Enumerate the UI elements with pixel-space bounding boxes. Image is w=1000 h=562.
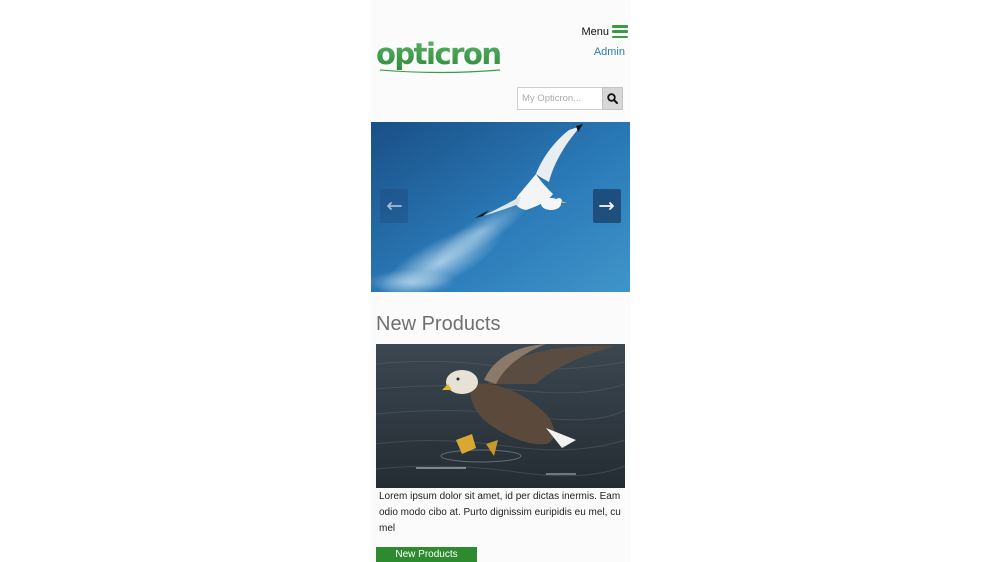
product-description: Lorem ipsum dolor sit amet, id per dicta… — [379, 491, 621, 534]
arrow-left-icon — [387, 202, 402, 210]
menu-label: Menu — [581, 25, 609, 38]
new-products-button[interactable]: New Products — [376, 547, 477, 562]
carousel-prev-button[interactable] — [380, 189, 408, 223]
hamburger-icon — [612, 25, 628, 38]
admin-link[interactable]: Admin — [594, 46, 625, 58]
carousel-next-button[interactable] — [593, 189, 621, 223]
hero-carousel — [371, 122, 630, 292]
opticron-logo[interactable]: opticron — [376, 36, 502, 76]
mobile-page: opticron Menu Admin My Opticron... New P… — [371, 0, 630, 562]
product-image[interactable] — [376, 344, 625, 488]
search-button[interactable] — [602, 87, 623, 110]
search-bar — [517, 87, 623, 110]
eagle-photo — [376, 344, 625, 488]
section-title: New Products — [376, 313, 501, 335]
search-input[interactable] — [517, 87, 602, 110]
hero-image — [371, 122, 630, 292]
menu-toggle[interactable]: Menu — [581, 25, 628, 38]
search-icon — [607, 93, 618, 104]
arrow-right-icon — [599, 202, 614, 210]
logo-wordmark: opticron — [376, 37, 501, 71]
